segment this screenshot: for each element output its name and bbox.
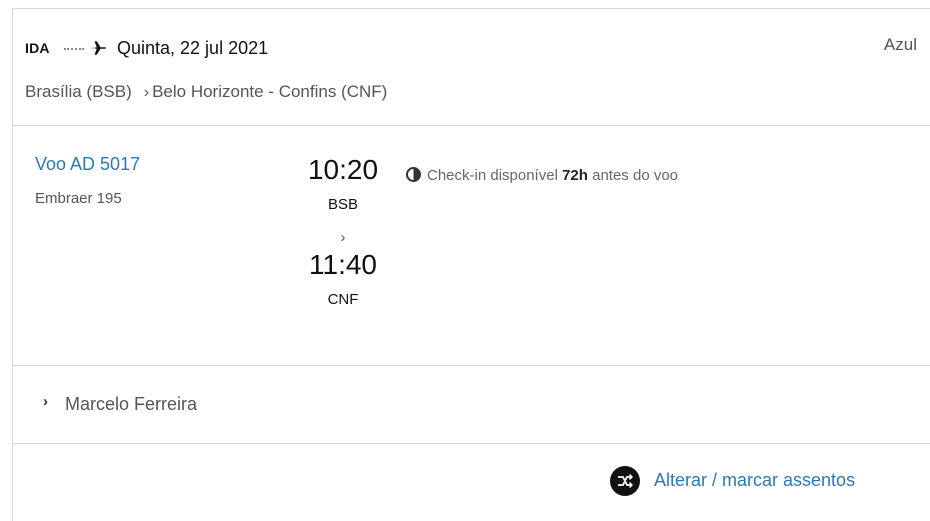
flight-details: Voo AD 5017 Embraer 195 10:20 BSB › 11:4… xyxy=(13,126,930,366)
checkin-suffix: antes do voo xyxy=(592,167,679,184)
chevron-right-icon: › xyxy=(43,393,48,410)
seat-change-icon xyxy=(610,466,640,496)
flight-times: 10:20 BSB › 11:40 CNF xyxy=(283,154,403,308)
destination: Belo Horizonte - Confins (CNF) xyxy=(152,82,388,101)
passenger-row[interactable]: › Marcelo Ferreira xyxy=(13,366,930,444)
arrival-time: 11:40 xyxy=(309,249,377,280)
route-dots xyxy=(64,48,84,50)
aircraft-model: Embraer 195 xyxy=(35,190,122,207)
trip-header: IDA Quinta, 22 jul 2021 Azul Brasília (B… xyxy=(13,9,930,126)
direction-label: IDA xyxy=(25,40,50,56)
checkin-prefix: Check-in disponível xyxy=(427,167,558,184)
change-seats-label: Alterar / marcar assentos xyxy=(654,470,856,490)
passenger-name: Marcelo Ferreira xyxy=(65,394,198,414)
checkin-hours: 72h xyxy=(562,167,588,184)
plane-icon xyxy=(91,41,107,55)
chevron-right-icon: › xyxy=(340,229,346,246)
clock-icon xyxy=(406,167,421,182)
departure-airport: BSB xyxy=(327,196,358,213)
chevron-right-icon: › xyxy=(143,84,150,101)
origin: Brasília (BSB) xyxy=(25,82,132,101)
route: Brasília (BSB) › Belo Horizonte - Confins … xyxy=(25,82,387,102)
departure-time: 10:20 xyxy=(307,154,379,185)
flight-date: Quinta, 22 jul 2021 xyxy=(117,38,269,58)
arrival-airport: CNF xyxy=(327,291,359,308)
checkin-info: Check-in disponível 72h antes do voo xyxy=(406,164,706,187)
flight-number-link[interactable]: Voo AD 5017 xyxy=(35,154,140,175)
airline-name: Azul xyxy=(883,35,917,54)
trip-card: IDA Quinta, 22 jul 2021 Azul Brasília (B… xyxy=(12,8,930,521)
